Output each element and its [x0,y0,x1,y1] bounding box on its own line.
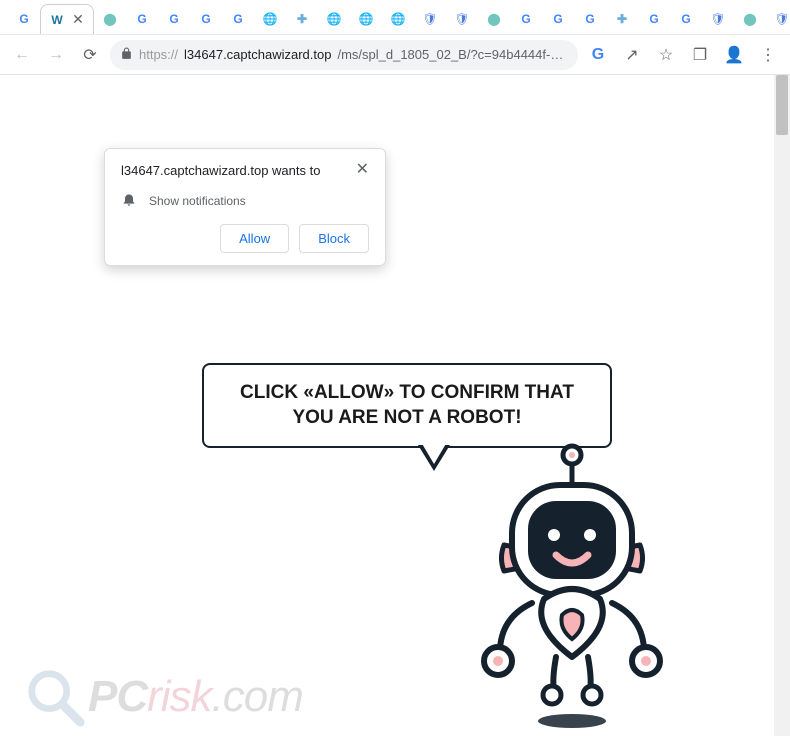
favicon-google-icon: G [646,11,662,27]
bookmark-star-icon[interactable]: ☆ [652,41,680,69]
page-content: l34647.captchawizard.top wants to ✕ Show… [0,75,790,736]
favicon-shield-icon: 🛡 [710,11,726,27]
url-host: l34647.captchawizard.top [184,47,331,62]
dialog-actions: Allow Block [121,224,369,253]
favicon-google-icon: G [518,11,534,27]
favicon-google-icon: G [134,11,150,27]
favicon-google-icon: G [16,11,32,27]
tab-10[interactable]: 🌐 [350,4,382,34]
notification-permission-dialog: l34647.captchawizard.top wants to ✕ Show… [104,148,386,266]
favicon-google-icon: G [550,11,566,27]
site-google-icon[interactable]: G [584,41,612,69]
url-scheme: https:// [139,47,178,62]
reload-button[interactable]: ⟳ [76,41,104,69]
tab-8[interactable]: ✚ [286,4,318,34]
tab-18[interactable]: ✚ [606,4,638,34]
dialog-close-button[interactable]: ✕ [356,163,369,177]
pcrisk-watermark: PCrisk.com [24,666,303,728]
tab-21[interactable]: 🛡 [702,4,734,34]
favicon-google-icon: G [166,11,182,27]
allow-button[interactable]: Allow [220,224,289,253]
favicon-generic-icon: ⬤ [742,11,758,27]
tab-4[interactable]: G [158,4,190,34]
profile-icon[interactable]: 👤 [720,41,748,69]
tab-19[interactable]: G [638,4,670,34]
tab-0[interactable]: G [8,4,40,34]
favicon-globe-icon: 🌐 [358,11,374,27]
back-button[interactable]: ← [8,41,36,69]
scrollbar-thumb[interactable] [776,75,788,135]
toolbar: ← → ⟳ https:// l34647.captchawizard.top/m… [0,35,790,75]
favicon-wordpress-icon: W [49,12,65,28]
tab-active[interactable]: W ✕ [40,4,94,34]
tab-5[interactable]: G [190,4,222,34]
favicon-shield-icon: 🛡 [774,11,790,27]
favicon-globe-icon: 🌐 [262,11,278,27]
tab-17[interactable]: G [574,4,606,34]
favicon-generic-icon: ⬤ [102,11,118,27]
window-titlebar: G W ✕ ⬤ G G G G 🌐 ✚ 🌐 🌐 🌐 🛡 🛡 ⬤ G G G ✚ … [0,0,790,35]
favicon-google-icon: G [582,11,598,27]
favicon-plus-icon: ✚ [294,11,310,27]
browser-menu-button[interactable]: ⋮ [754,41,782,69]
tab-22[interactable]: ⬤ [734,4,766,34]
tab-9[interactable]: 🌐 [318,4,350,34]
permission-body: Show notifications [121,191,369,210]
magnifier-icon [24,666,86,728]
tab-12[interactable]: 🛡 [414,4,446,34]
tab-20[interactable]: G [670,4,702,34]
extensions-icon[interactable]: ❐ [686,41,714,69]
block-button[interactable]: Block [299,224,369,253]
share-icon[interactable]: ↗ [618,41,646,69]
tab-strip: G W ✕ ⬤ G G G G 🌐 ✚ 🌐 🌐 🌐 🛡 🛡 ⬤ G G G ✚ … [0,0,790,34]
forward-button[interactable]: → [42,41,70,69]
lock-icon [120,47,133,63]
bubble-text: CLICK «ALLOW» TO CONFIRM THAT YOU ARE NO… [240,382,574,428]
favicon-google-icon: G [198,11,214,27]
tab-23[interactable]: 🛡 [766,4,790,34]
tab-15[interactable]: G [510,4,542,34]
tab-7[interactable]: 🌐 [254,4,286,34]
address-bar[interactable]: https:// l34647.captchawizard.top/ms/spl_… [110,40,578,70]
dialog-header: l34647.captchawizard.top wants to ✕ [121,163,369,179]
robot-illustration [452,443,692,733]
favicon-globe-icon: 🌐 [390,11,406,27]
favicon-google-icon: G [678,11,694,27]
favicon-shield-icon: 🛡 [422,11,438,27]
tab-16[interactable]: G [542,4,574,34]
permission-body-text: Show notifications [149,194,246,208]
permission-title: l34647.captchawizard.top wants to [121,163,320,179]
tab-13[interactable]: 🛡 [446,4,478,34]
watermark-text: PCrisk.com [88,672,303,722]
tab-3[interactable]: G [126,4,158,34]
favicon-shield-icon: 🛡 [454,11,470,27]
tab-2[interactable]: ⬤ [94,4,126,34]
tab-14[interactable]: ⬤ [478,4,510,34]
favicon-plus-icon: ✚ [614,11,630,27]
tab-close-button[interactable]: ✕ [71,13,85,27]
favicon-globe-icon: 🌐 [326,11,342,27]
url-path: /ms/spl_d_1805_02_B/?c=94b4444f-2bcd-402… [337,47,568,62]
tab-11[interactable]: 🌐 [382,4,414,34]
bell-icon [121,191,137,210]
favicon-generic-icon: ⬤ [486,11,502,27]
speech-bubble: CLICK «ALLOW» TO CONFIRM THAT YOU ARE NO… [202,363,612,448]
vertical-scrollbar[interactable] [774,75,790,736]
favicon-google-icon: G [230,11,246,27]
tab-6[interactable]: G [222,4,254,34]
